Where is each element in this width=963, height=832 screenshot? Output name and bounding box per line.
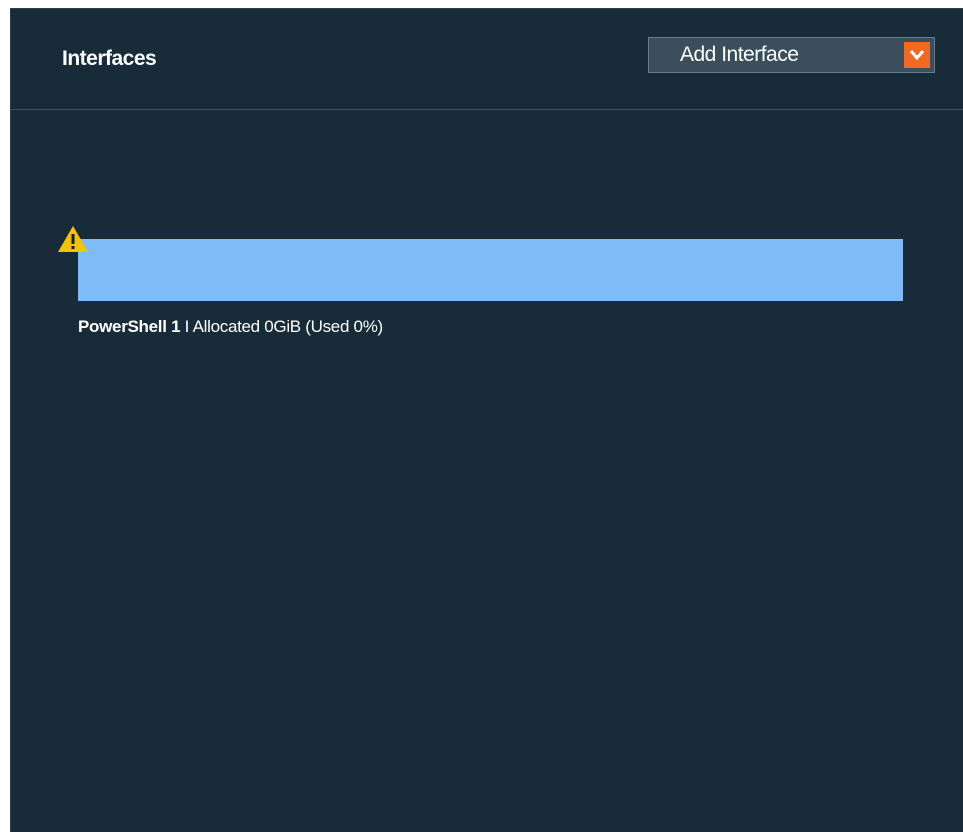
interface-usage-bar[interactable] bbox=[78, 239, 903, 301]
warning-icon bbox=[58, 226, 88, 252]
add-interface-label: Add Interface bbox=[680, 43, 799, 66]
interface-allocation: Allocated 0GiB (Used 0%) bbox=[192, 317, 384, 336]
interfaces-panel: Interfaces Add Interface PowerShell 1 I … bbox=[10, 8, 963, 832]
panel-title: Interfaces bbox=[62, 47, 157, 70]
interface-caption: PowerShell 1 I Allocated 0GiB (Used 0%) bbox=[78, 317, 383, 337]
add-interface-dropdown[interactable]: Add Interface bbox=[648, 37, 935, 73]
panel-header: Interfaces Add Interface bbox=[11, 9, 963, 110]
interface-name: PowerShell 1 bbox=[78, 317, 181, 336]
interface-separator: I bbox=[184, 317, 190, 336]
chevron-down-icon[interactable] bbox=[904, 42, 930, 68]
